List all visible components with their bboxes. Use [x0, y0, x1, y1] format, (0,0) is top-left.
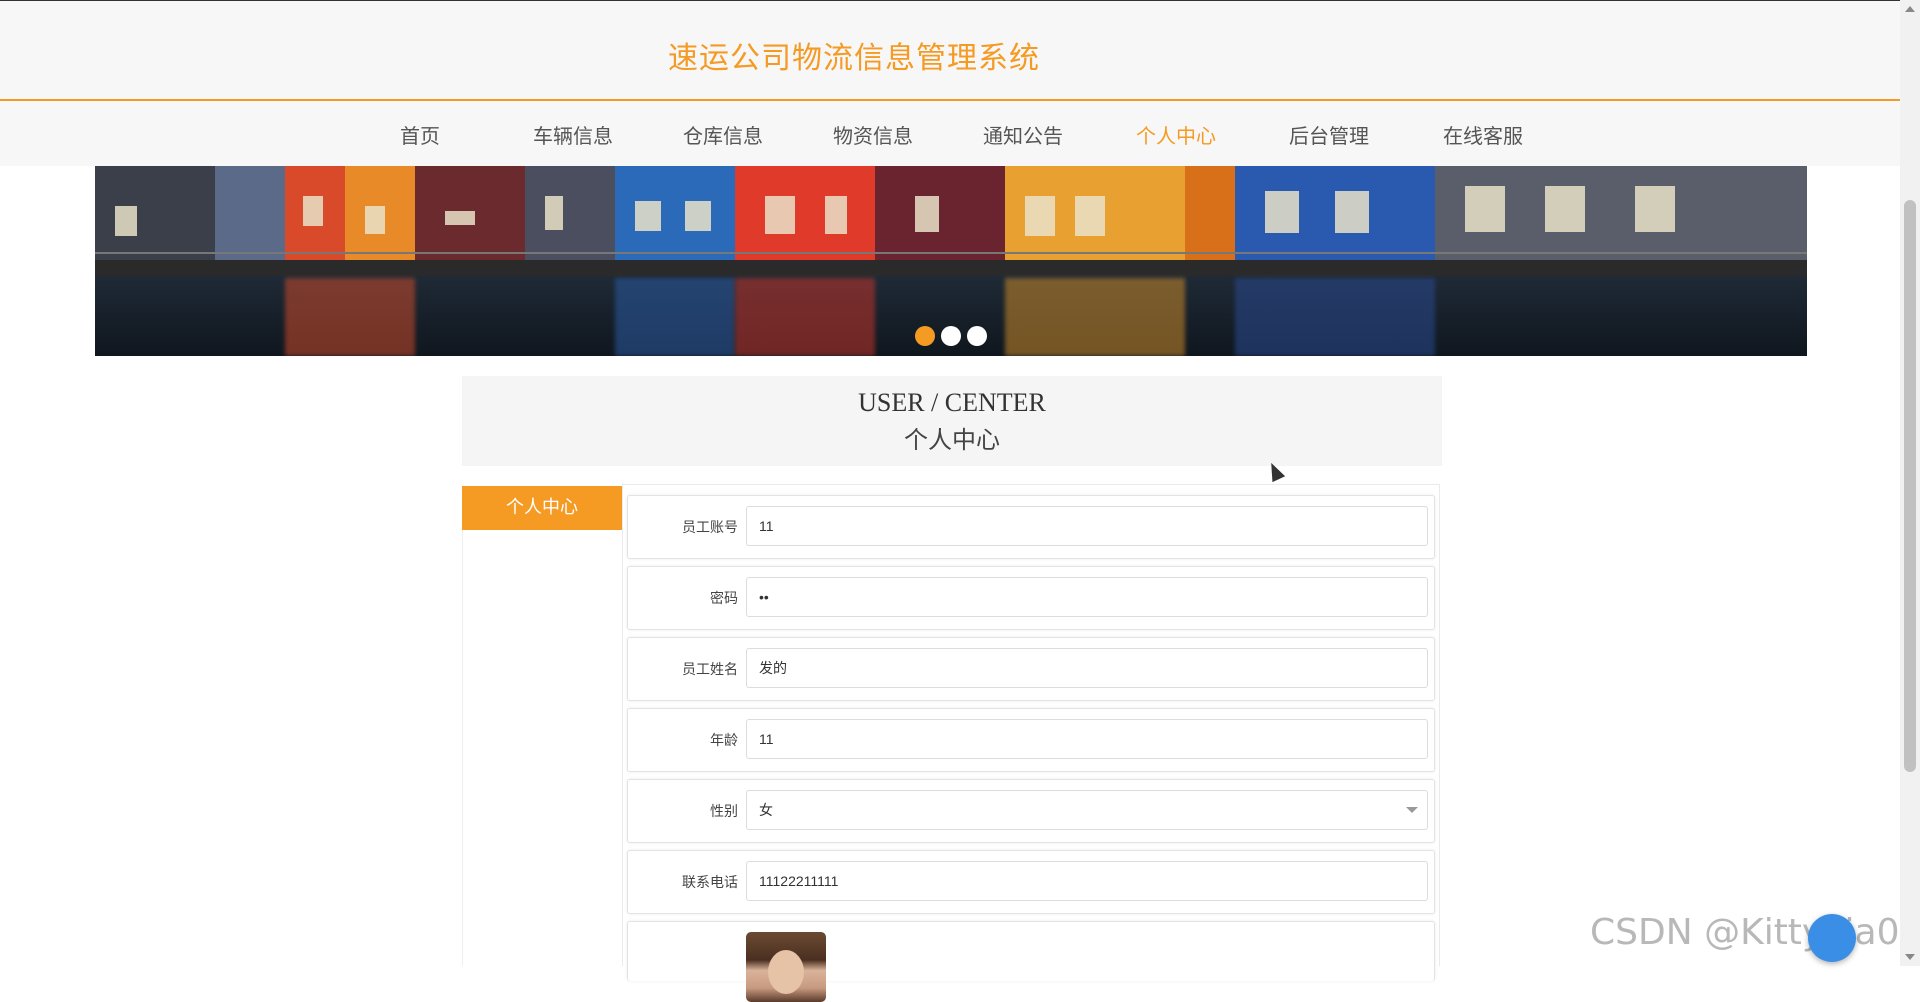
banner-reflection: [615, 278, 735, 356]
banner-house: [1185, 166, 1235, 262]
banner-house: [415, 166, 525, 262]
gender-label: 性别: [710, 804, 738, 820]
site-title: 速运公司物流信息管理系统: [668, 41, 1040, 76]
name-label: 员工姓名: [682, 662, 738, 678]
carousel-dot-2[interactable]: [941, 326, 961, 346]
sidebar-column: [462, 530, 622, 966]
password-label: 密码: [710, 591, 738, 607]
name-input[interactable]: [746, 648, 1428, 688]
banner-reflection: [285, 278, 415, 356]
section-title-cn: 个人中心: [904, 426, 1000, 454]
banner-house: [345, 166, 415, 262]
banner-rail: [95, 252, 1807, 254]
chevron-down-icon: [1406, 807, 1418, 813]
gender-select-value[interactable]: 女: [746, 790, 1428, 830]
age-input[interactable]: [746, 719, 1428, 759]
main-nav: 首页 车辆信息 仓库信息 物资信息 通知公告 个人中心 后台管理 在线客服: [0, 101, 1900, 166]
scroll-up-icon[interactable]: [1905, 6, 1915, 12]
banner-house: [95, 166, 215, 262]
form-row-account: 员工账号: [627, 495, 1435, 559]
banner-house: [615, 166, 735, 262]
carousel-dots: [915, 326, 993, 351]
scroll-thumb[interactable]: [1904, 200, 1916, 772]
section-header: USER / CENTER 个人中心: [462, 376, 1442, 466]
carousel-dot-3[interactable]: [967, 326, 987, 346]
banner-house: [285, 166, 345, 262]
phone-label: 联系电话: [682, 875, 738, 891]
banner-house: [875, 166, 1005, 262]
nav-item-support[interactable]: 在线客服: [1443, 120, 1523, 149]
section-title-en: USER / CENTER: [858, 388, 1046, 417]
banner-house: [1435, 166, 1807, 262]
nav-item-admin[interactable]: 后台管理: [1289, 120, 1369, 149]
banner-house: [1005, 166, 1185, 262]
form-row-password: 密码: [627, 566, 1435, 630]
nav-item-materials[interactable]: 物资信息: [833, 120, 913, 149]
form-row-age: 年龄: [627, 708, 1435, 772]
sidebar-item-user-center[interactable]: 个人中心: [462, 486, 622, 530]
password-input[interactable]: [746, 577, 1428, 617]
floating-action-button[interactable]: [1808, 914, 1856, 962]
age-label: 年龄: [710, 733, 738, 749]
avatar-face: [768, 950, 804, 994]
nav-item-home[interactable]: 首页: [400, 120, 440, 149]
scroll-down-icon[interactable]: [1905, 954, 1915, 960]
avatar[interactable]: [746, 932, 826, 1002]
form-row-photo: [627, 921, 1435, 1002]
banner-reflection: [1235, 278, 1435, 356]
banner-dock: [95, 260, 1807, 276]
banner-reflection: [1005, 278, 1185, 356]
nav-item-notices[interactable]: 通知公告: [983, 120, 1063, 149]
account-input[interactable]: [746, 506, 1428, 546]
profile-form: 员工账号 密码 员工姓名 年龄 性别 女 联系电话: [622, 484, 1440, 1002]
carousel-dot-1[interactable]: [915, 326, 935, 346]
nav-item-user-center[interactable]: 个人中心: [1136, 120, 1216, 149]
form-row-phone: 联系电话: [627, 850, 1435, 914]
site-header: 速运公司物流信息管理系统: [0, 0, 1900, 101]
account-label: 员工账号: [682, 520, 738, 536]
banner-house: [215, 166, 285, 262]
gender-select[interactable]: 女: [746, 790, 1428, 830]
banner-carousel: [95, 166, 1807, 356]
form-row-name: 员工姓名: [627, 637, 1435, 701]
banner-house: [525, 166, 615, 262]
banner-house: [735, 166, 875, 262]
phone-input[interactable]: [746, 861, 1428, 901]
banner-house: [1235, 166, 1435, 262]
nav-item-warehouses[interactable]: 仓库信息: [683, 120, 763, 149]
scrollbar[interactable]: [1900, 0, 1920, 966]
watermark: CSDN @Kittyxia001: [1590, 912, 1920, 953]
banner-reflection: [735, 278, 875, 356]
nav-item-vehicles[interactable]: 车辆信息: [533, 120, 613, 149]
form-row-gender: 性别 女: [627, 779, 1435, 843]
